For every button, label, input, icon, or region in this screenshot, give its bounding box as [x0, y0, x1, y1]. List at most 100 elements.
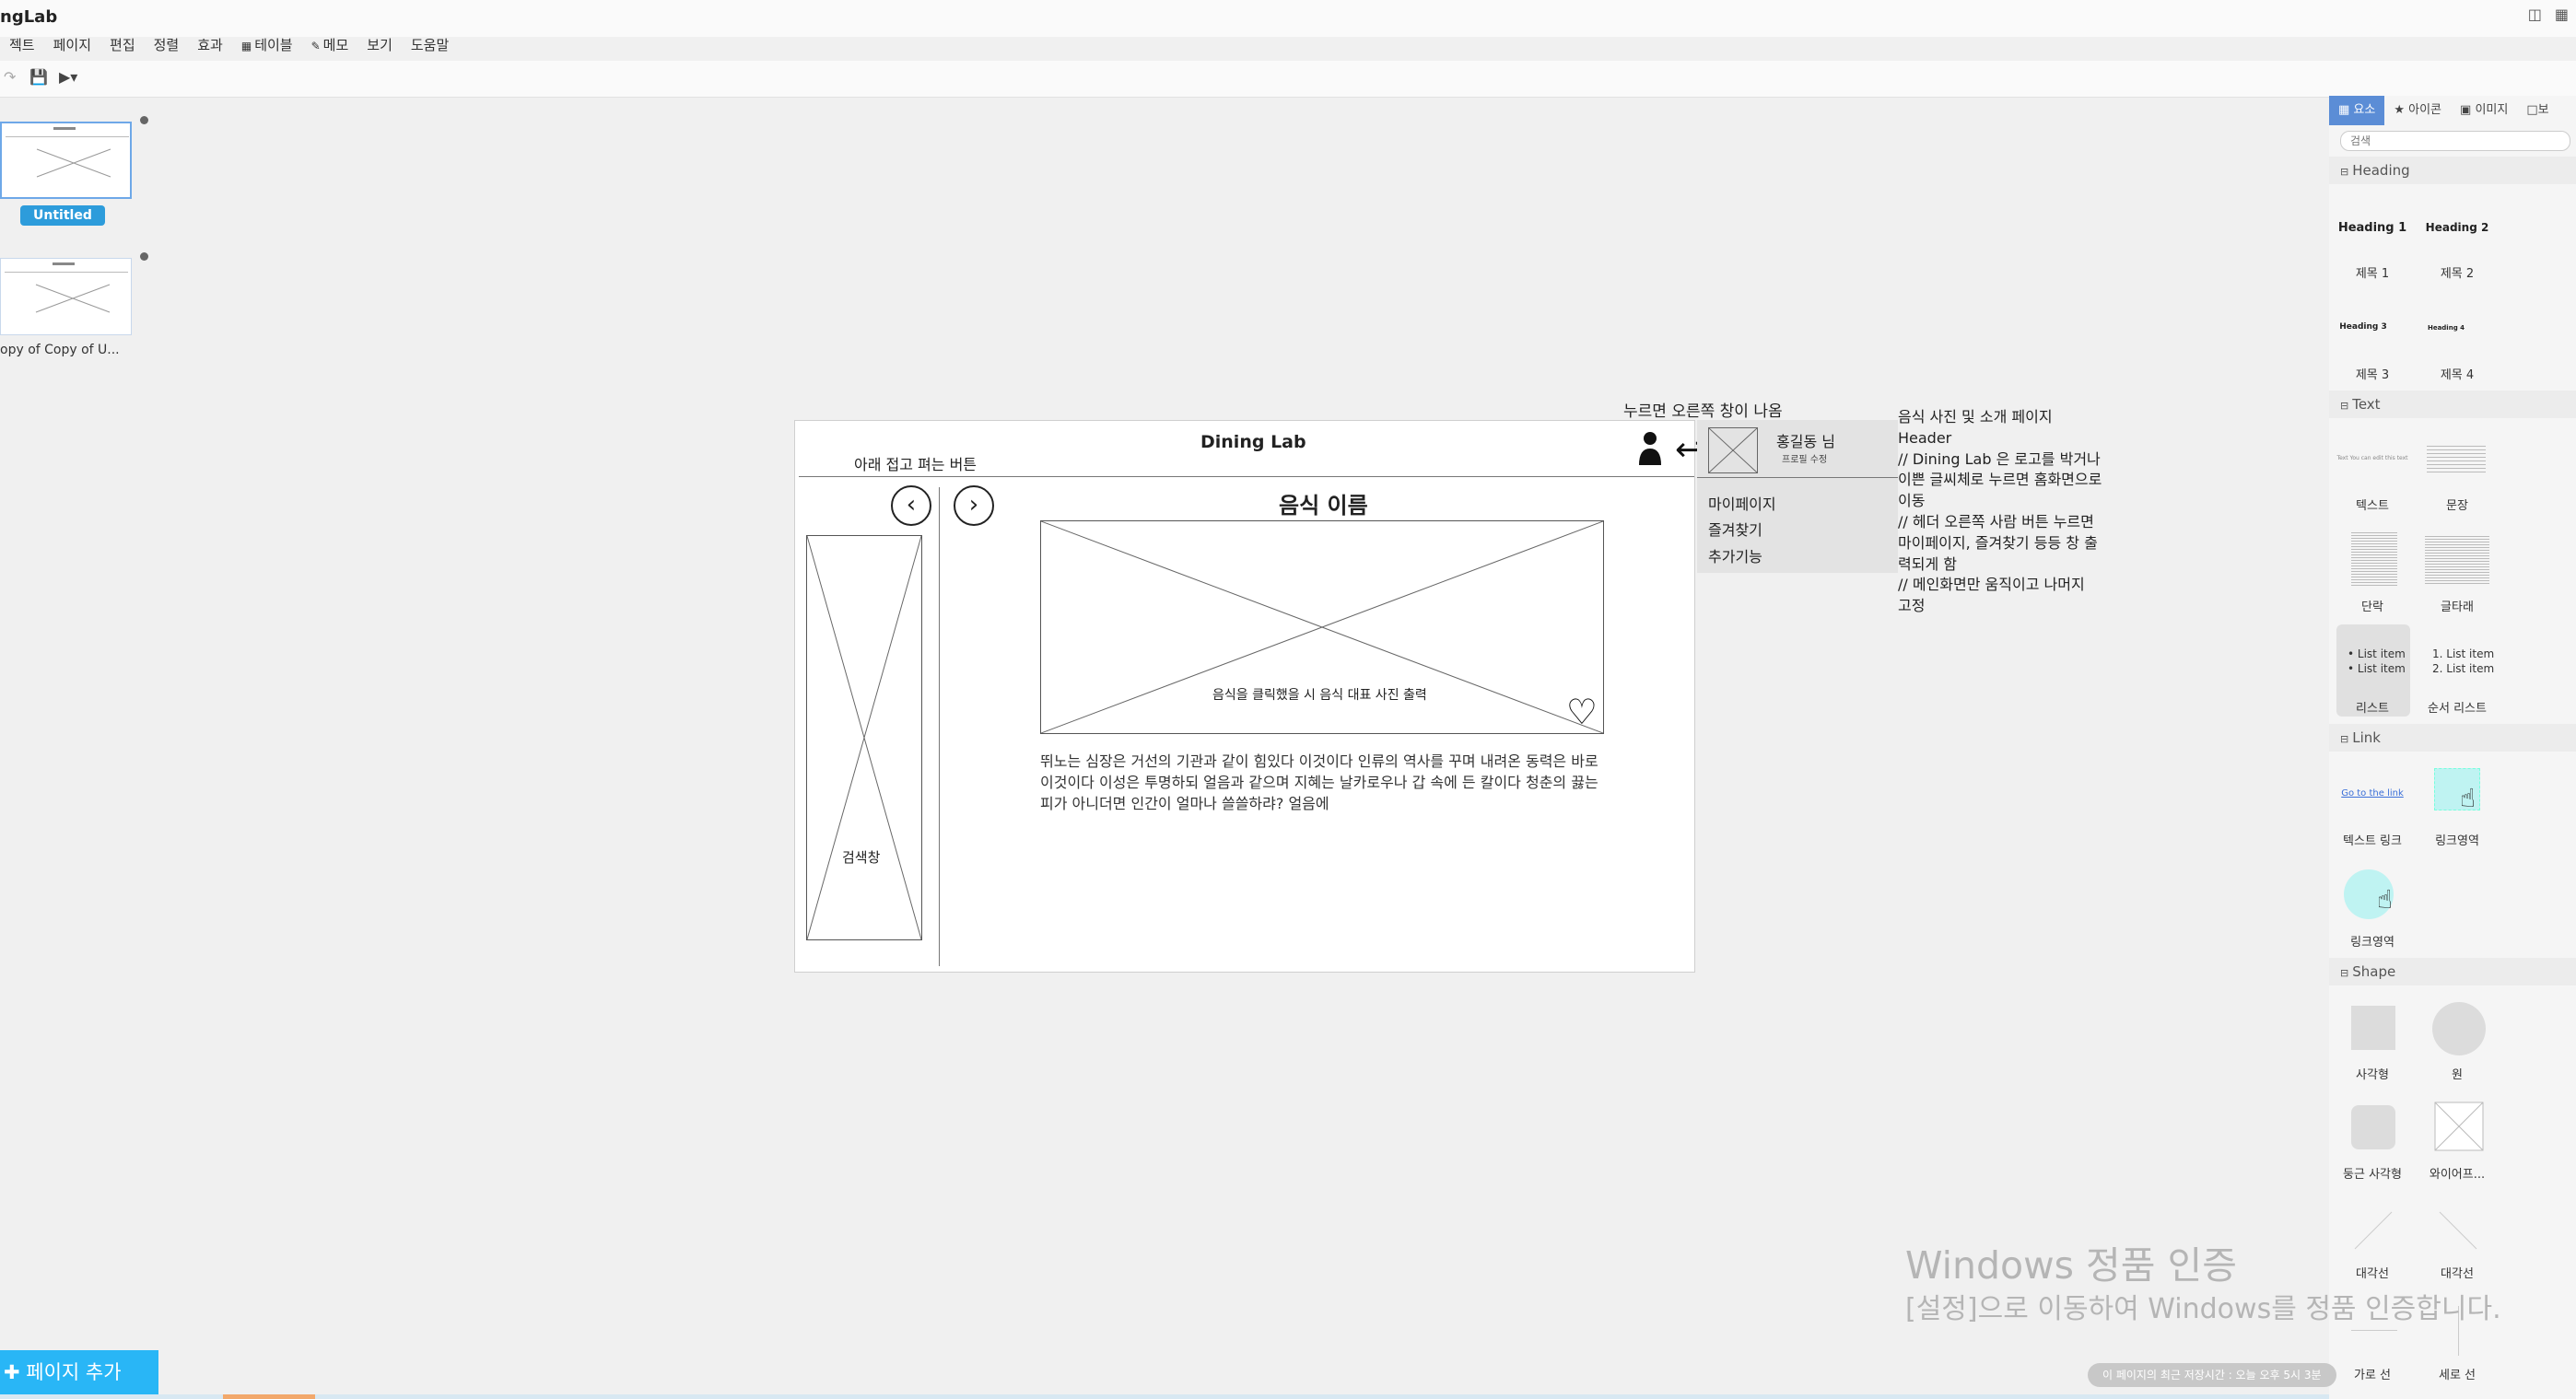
rectangle-shape[interactable] [2351, 1006, 2395, 1050]
redo-icon[interactable]: ↷ [4, 68, 16, 86]
menu-table-label: 테이블 [254, 37, 293, 53]
memo-icon: ✎ [310, 40, 321, 52]
sentence-sample[interactable] [2427, 446, 2486, 473]
note-line: Header [1898, 428, 1952, 447]
ordered-list-sample[interactable]: 1. List item 2. List item [2432, 647, 2494, 676]
rounded-rectangle-shape[interactable] [2351, 1105, 2395, 1149]
toolbar: ↷ 💾 ▶▾ [0, 61, 2576, 98]
heading3-label: 제목 3 [2355, 368, 2390, 382]
hand-pointer-icon: ☝ [2377, 884, 2394, 915]
diagonal-label: 대각선 [2356, 1267, 2389, 1281]
user-name: 홍길동 님 [1776, 433, 1835, 450]
vertical-line-label: 세로 선 [2438, 1369, 2476, 1382]
heading2-sample[interactable]: Heading 2 [2418, 221, 2497, 234]
heading4-label: 제목 4 [2440, 368, 2475, 382]
user-dropdown[interactable]: 홍길동 님 프로필 수정 마이페이지 즐겨찾기 추가기능 [1697, 420, 1898, 573]
dropdown-item-mypage[interactable]: 마이페이지 [1708, 492, 1776, 514]
component-search-input[interactable] [2340, 131, 2570, 151]
scroll-indicator[interactable] [223, 1394, 315, 1399]
note-line: // 헤더 오른쪽 사람 버튼 누르면 [1898, 512, 2094, 530]
user-icon[interactable] [1637, 430, 1663, 465]
note-line: // 메인화면만 움직이고 나머지 [1898, 576, 2085, 594]
circle-shape[interactable] [2432, 1002, 2486, 1055]
plus-icon: ✚ [4, 1361, 27, 1383]
menu-edit[interactable]: 편집 [100, 33, 145, 59]
bottom-bar [0, 1394, 2576, 1399]
textblock-sample[interactable] [2425, 536, 2489, 584]
menu-memo-label: 메모 [322, 37, 349, 53]
link-area-label: 링크영역 [2435, 834, 2479, 848]
circle-label: 원 [2452, 1068, 2463, 1082]
section-link[interactable]: ⊟ Link [2329, 724, 2576, 752]
heart-icon[interactable]: ♡ [1566, 694, 1598, 729]
grid-view-icon[interactable]: ▦ [2555, 6, 2569, 23]
prev-button[interactable]: ‹ [891, 485, 931, 526]
search-panel-label: 검색창 [842, 849, 881, 866]
add-page-button[interactable]: ✚ 페이지 추가 [0, 1350, 158, 1394]
menu-table[interactable]: ▦ 테이블 [232, 33, 302, 59]
heading2-label: 제목 2 [2440, 267, 2475, 281]
page-notes: 음식 사진 및 소개 페이지 Header // Dining Lab 은 로고… [1898, 407, 2112, 617]
rectangle-label: 사각형 [2356, 1068, 2389, 1082]
collapse-note: 아래 접고 펴는 버튼 [854, 456, 978, 473]
note-line: // Dining Lab 은 로고를 박거나 [1898, 449, 2101, 468]
heading4-sample[interactable]: Heading 4 [2406, 324, 2486, 332]
page-thumbnail-2[interactable] [0, 258, 132, 335]
page-name-badge[interactable]: Untitled [20, 205, 105, 226]
table-icon: ▦ [240, 40, 252, 52]
split-view-icon[interactable]: ◫ [2528, 6, 2542, 23]
menu-effect[interactable]: 효과 [188, 33, 232, 59]
heading3-sample[interactable]: Heading 3 [2324, 322, 2403, 332]
tab-icons[interactable]: ★ 아이콘 [2384, 96, 2451, 125]
paragraph-sample[interactable] [2351, 532, 2397, 588]
section-text[interactable]: ⊟ Text [2329, 391, 2576, 418]
tab-images[interactable]: ▣ 이미지 [2451, 96, 2517, 125]
image-caption: 음식을 클릭했을 시 음식 대표 사진 출력 [1212, 688, 1427, 703]
menu-page[interactable]: 페이지 [44, 33, 100, 59]
section-shape[interactable]: ⊟ Shape [2329, 958, 2576, 985]
diagonal-line-shape[interactable] [2353, 1210, 2394, 1251]
page-name-label[interactable]: opy of Copy of U... [0, 343, 120, 357]
diagonal-line-shape[interactable] [2438, 1210, 2478, 1251]
save-status: 이 페이지의 최근 저장시간 : 오늘 오후 5시 3분 [2088, 1363, 2336, 1387]
text-sample[interactable]: Text You can edit this text [2333, 455, 2412, 461]
app-title: ngLab [0, 7, 58, 27]
note-line: 고정 [1898, 597, 1926, 615]
add-page-label: 페이지 추가 [26, 1361, 122, 1383]
logo-title[interactable]: Dining Lab [1200, 432, 1306, 452]
wireframe-label: 와이어프... [2429, 1168, 2486, 1182]
tab-more[interactable]: □보 [2517, 96, 2558, 125]
menu-memo[interactable]: ✎ 메모 [302, 33, 358, 59]
dropdown-note: 누르면 오른쪽 창이 나옴 [1623, 402, 1783, 421]
dropdown-item-extra[interactable]: 추가기능 [1708, 544, 1762, 566]
wireframe-page[interactable]: Dining Lab 아래 접고 펴는 버튼 ‹ › 음식 이름 음식을 클릭했… [794, 420, 1695, 973]
menu-align[interactable]: 정렬 [145, 33, 189, 59]
activation-watermark-title: Windows 정품 인증 [1905, 1243, 2237, 1288]
page-thumbnail-1[interactable] [0, 122, 132, 199]
menu-view[interactable]: 보기 [357, 33, 402, 59]
food-image-placeholder[interactable]: 음식을 클릭했을 시 음식 대표 사진 출력 ♡ [1040, 520, 1604, 734]
horizontal-line-label: 가로 선 [2353, 1369, 2391, 1382]
next-button[interactable]: › [954, 485, 994, 526]
page-menu-dot[interactable] [140, 252, 148, 261]
panel-tabs: ▦ 요소 ★ 아이콘 ▣ 이미지 □보 [2329, 96, 2576, 125]
horizontal-line-shape[interactable] [2351, 1330, 2397, 1331]
sentence-label: 문장 [2446, 499, 2468, 513]
tab-elements[interactable]: ▦ 요소 [2329, 96, 2385, 125]
heading1-sample[interactable]: Heading 1 [2333, 221, 2412, 235]
save-icon[interactable]: 💾 [29, 68, 48, 86]
ordered-list-label: 순서 리스트 [2428, 702, 2487, 716]
activation-watermark-text: [설정]으로 이동하여 Windows를 정품 인증합니다. [1905, 1293, 2501, 1325]
page-menu-dot[interactable] [140, 116, 148, 124]
menu-project[interactable]: 젝트 [0, 33, 44, 59]
header-divider [799, 476, 1694, 477]
profile-edit-link[interactable]: 프로필 수정 [1782, 451, 1827, 465]
note-line: 마이페이지, 즐겨찾기 등등 창 출 [1898, 533, 2098, 552]
menu-help[interactable]: 도움말 [402, 33, 458, 59]
wireframe-shape[interactable] [2434, 1102, 2484, 1151]
play-icon[interactable]: ▶▾ [59, 68, 77, 86]
dropdown-item-favorites[interactable]: 즐겨찾기 [1708, 518, 1762, 540]
search-panel-placeholder[interactable]: 검색창 [806, 535, 922, 940]
section-heading[interactable]: ⊟ Heading [2329, 157, 2576, 184]
text-link-sample[interactable]: Go to the link [2333, 788, 2412, 799]
